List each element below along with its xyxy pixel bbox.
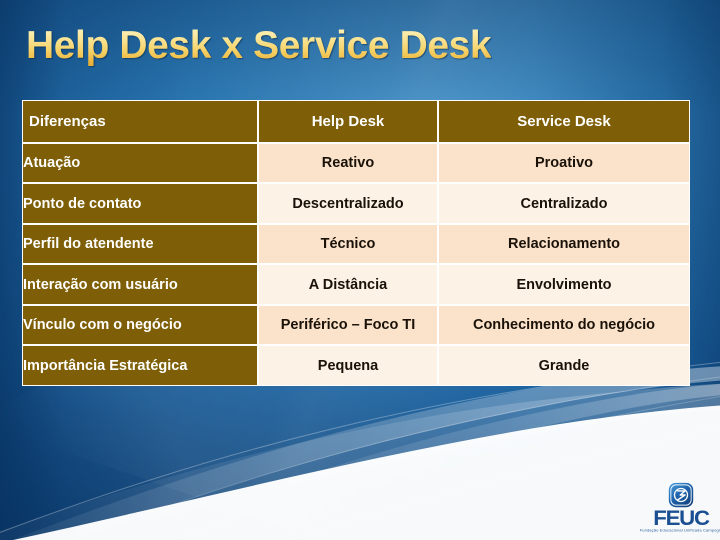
cell-service-desk: Proativo — [438, 142, 690, 184]
page-title: Help Desk x Service Desk — [26, 22, 492, 70]
comparison-table: Diferenças Help Desk Service Desk Atuaçã… — [22, 100, 690, 386]
cell-service-desk: Conhecimento do negócio — [438, 304, 690, 346]
row-label: Importância Estratégica — [22, 345, 258, 386]
cell-service-desk: Relacionamento — [438, 223, 690, 265]
feuc-logo: FEUC Fundação Educacional Unificada Camp… — [640, 482, 720, 536]
column-header-help-desk: Help Desk — [258, 100, 438, 143]
cell-help-desk: Pequena — [258, 345, 438, 386]
feuc-tagline: Fundação Educacional Unificada Campogran… — [639, 528, 720, 533]
slide-canvas: Help Desk x Service Desk Diferenças Help… — [0, 0, 720, 540]
feuc-emblem-icon — [668, 482, 694, 508]
table-row: Interação com usuário A Distância Envolv… — [22, 264, 690, 305]
row-label: Ponto de contato — [22, 183, 258, 224]
table-row: Vínculo com o negócio Periférico – Foco … — [22, 304, 690, 346]
table-header-row: Diferenças Help Desk Service Desk — [22, 100, 690, 143]
cell-service-desk: Centralizado — [438, 183, 690, 224]
feuc-wordmark: FEUC — [653, 507, 710, 530]
column-header-service-desk: Service Desk — [438, 100, 690, 143]
cell-help-desk: A Distância — [258, 264, 438, 305]
row-label: Interação com usuário — [22, 264, 258, 305]
table-row: Importância Estratégica Pequena Grande — [22, 345, 690, 386]
row-label: Perfil do atendente — [22, 223, 258, 265]
cell-service-desk: Envolvimento — [438, 264, 690, 305]
cell-help-desk: Reativo — [258, 142, 438, 184]
cell-help-desk: Técnico — [258, 223, 438, 265]
cell-service-desk: Grande — [438, 345, 690, 386]
table-row: Perfil do atendente Técnico Relacionamen… — [22, 223, 690, 265]
row-label: Vínculo com o negócio — [22, 304, 258, 346]
row-label: Atuação — [22, 142, 258, 184]
column-header-differences: Diferenças — [22, 100, 258, 143]
cell-help-desk: Descentralizado — [258, 183, 438, 224]
table-row: Ponto de contato Descentralizado Central… — [22, 183, 690, 224]
cell-help-desk: Periférico – Foco TI — [258, 304, 438, 346]
comparison-table-wrapper: Diferenças Help Desk Service Desk Atuaçã… — [22, 100, 690, 386]
table-row: Atuação Reativo Proativo — [22, 142, 690, 184]
